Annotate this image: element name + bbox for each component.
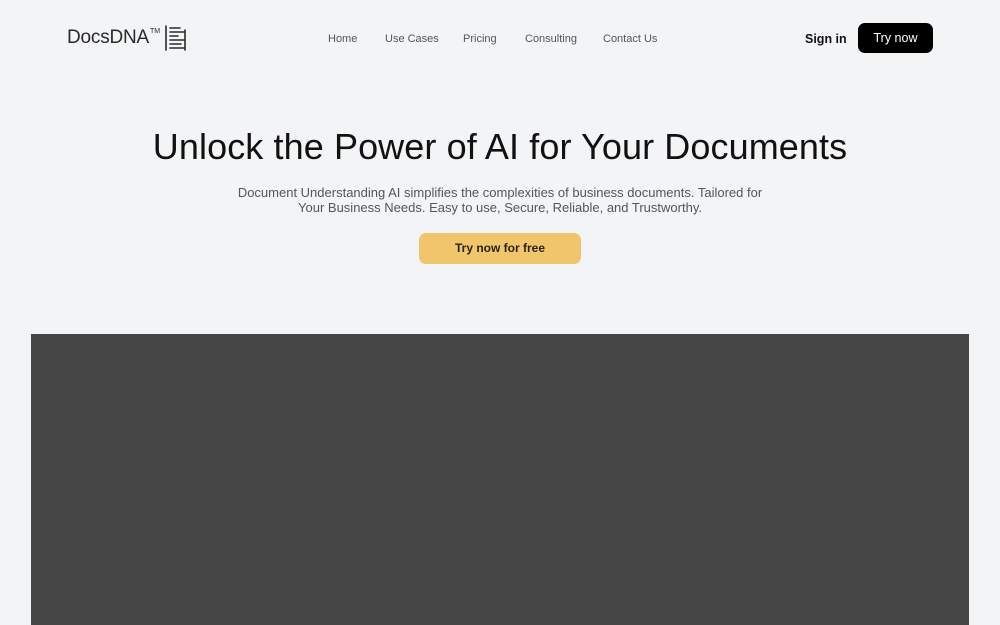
nav-home[interactable]: Home [328,31,357,47]
nav-contact-us[interactable]: Contact Us [603,31,657,47]
hero-title: Unlock the Power of AI for Your Document… [152,126,848,167]
nav-use-cases[interactable]: Use Cases [385,31,439,47]
nav-pricing[interactable]: Pricing [463,31,497,47]
hero-subtitle: Document Understanding AI simplifies the… [237,185,763,215]
page: DocsDNA TM Home Use Cases Pricing Consul… [0,0,1000,625]
hero-media-placeholder [31,334,969,625]
main-nav: Home Use Cases Pricing Consulting Contac… [0,31,1000,47]
site-header: DocsDNA TM Home Use Cases Pricing Consul… [0,0,1000,76]
try-now-button[interactable]: Try now [858,23,933,53]
nav-consulting[interactable]: Consulting [525,31,577,47]
sign-in-link[interactable]: Sign in [805,30,847,48]
try-now-for-free-button[interactable]: Try now for free [419,233,581,264]
